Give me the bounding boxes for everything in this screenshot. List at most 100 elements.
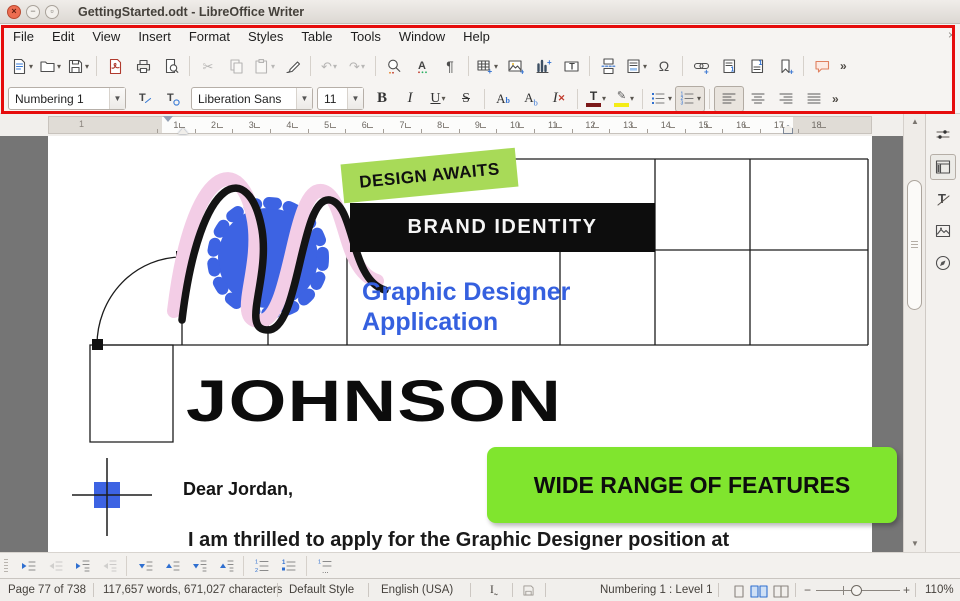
word-count-status[interactable]: 117,657 words, 671,027 characters: [103, 584, 282, 596]
paragraph-style-combo[interactable]: Numbering 1 ▼: [8, 87, 126, 110]
align-right-button[interactable]: [772, 87, 800, 111]
dropdown-arrow-icon[interactable]: ▾: [697, 94, 701, 103]
italic-button[interactable]: I: [396, 87, 424, 111]
font-size-value[interactable]: 11: [318, 92, 347, 106]
font-color-button[interactable]: T ▾: [582, 87, 610, 111]
font-name-value[interactable]: Liberation Sans: [192, 92, 296, 106]
dropdown-arrow-icon[interactable]: ▾: [333, 62, 337, 71]
language-status[interactable]: English (USA): [381, 584, 453, 596]
open-button[interactable]: ▾: [36, 53, 64, 79]
bullets-and-numbering-button[interactable]: 1...: [311, 555, 338, 577]
multi-page-view-icon[interactable]: [750, 585, 768, 598]
strikethrough-button[interactable]: S: [452, 87, 480, 111]
menu-item[interactable]: Format: [180, 29, 239, 44]
save-button[interactable]: ▾: [64, 53, 92, 79]
copy-button[interactable]: [222, 53, 250, 79]
window-close-button[interactable]: ×: [7, 4, 21, 19]
combo-dropdown-icon[interactable]: ▼: [347, 88, 363, 109]
menu-item[interactable]: File: [4, 29, 43, 44]
insert-field-button[interactable]: ▾: [622, 53, 650, 79]
insert-special-character-button[interactable]: Ω: [650, 53, 678, 79]
paste-button[interactable]: ▾: [250, 53, 278, 79]
restart-numbering-button[interactable]: 1: [275, 555, 302, 577]
align-left-button[interactable]: [714, 85, 744, 112]
toolbar-overflow-button[interactable]: »: [832, 92, 839, 106]
font-name-combo[interactable]: Liberation Sans ▼: [191, 87, 313, 110]
insert-page-break-button[interactable]: [594, 53, 622, 79]
highlight-color-button[interactable]: ✎ ▾: [610, 87, 638, 111]
sidebar-tab-navigator[interactable]: [930, 250, 956, 276]
document-canvas[interactable]: DESIGN AWAITS BRAND IDENTITY Graphic Des…: [0, 136, 903, 552]
underline-button[interactable]: U ▾: [424, 87, 452, 111]
single-page-view-icon[interactable]: [733, 585, 745, 598]
horizontal-ruler[interactable]: 1 1 2 3 4 5 6 7 8 9 10 11 12 13 14 15 16 17 18: [0, 114, 903, 137]
demote-button[interactable]: [14, 555, 41, 577]
dropdown-arrow-icon[interactable]: ▾: [29, 62, 33, 71]
dropdown-arrow-icon[interactable]: ▾: [442, 94, 446, 103]
formatting-marks-button[interactable]: ¶: [436, 53, 464, 79]
new-document-button[interactable]: ▾: [8, 53, 36, 79]
insert-mode-icon[interactable]: I˷: [490, 584, 498, 596]
window-minimize-button[interactable]: −: [26, 4, 40, 19]
dropdown-arrow-icon[interactable]: ▾: [361, 62, 365, 71]
insert-text-box-button[interactable]: T: [557, 53, 585, 79]
dropdown-arrow-icon[interactable]: ▾: [668, 94, 672, 103]
redo-button[interactable]: ↷ ▾: [343, 53, 371, 79]
promote-button[interactable]: [41, 555, 68, 577]
ordered-list-button[interactable]: 123 ▾: [675, 85, 705, 112]
insert-bookmark-button[interactable]: +: [771, 53, 799, 79]
dropdown-arrow-icon[interactable]: ▾: [85, 62, 89, 71]
dropdown-arrow-icon[interactable]: ▾: [494, 62, 498, 71]
sidebar-tab-properties[interactable]: [930, 154, 956, 180]
dropdown-arrow-icon[interactable]: ▾: [57, 62, 61, 71]
vertical-scrollbar[interactable]: ▲ ▼: [903, 114, 925, 552]
dropdown-arrow-icon[interactable]: ▾: [643, 62, 647, 71]
window-maximize-button[interactable]: ▫: [45, 4, 59, 19]
scroll-up-icon[interactable]: ▲: [904, 117, 926, 126]
clone-formatting-button[interactable]: [278, 53, 306, 79]
left-indent-marker[interactable]: [178, 128, 188, 134]
zoom-percentage[interactable]: 110%: [925, 584, 954, 596]
page-number-status[interactable]: Page 77 of 738: [8, 584, 86, 596]
spelling-button[interactable]: A: [408, 53, 436, 79]
combo-dropdown-icon[interactable]: ▼: [296, 88, 312, 109]
bold-button[interactable]: B: [368, 87, 396, 111]
zoom-slider-knob[interactable]: [851, 585, 862, 596]
toolbar-drag-handle[interactable]: [4, 558, 8, 573]
superscript-button[interactable]: Ab: [489, 87, 517, 111]
first-line-indent-marker[interactable]: [163, 116, 173, 122]
move-down-with-subpoints-button[interactable]: [185, 555, 212, 577]
book-view-icon[interactable]: [773, 585, 789, 598]
export-pdf-button[interactable]: [101, 53, 129, 79]
unordered-list-button[interactable]: ▾: [647, 87, 675, 111]
subscript-button[interactable]: Ab: [517, 87, 545, 111]
undo-button[interactable]: ↶ ▾: [315, 53, 343, 79]
dropdown-arrow-icon[interactable]: ▾: [602, 94, 606, 103]
menu-item[interactable]: Window: [390, 29, 454, 44]
print-button[interactable]: [129, 53, 157, 79]
font-size-combo[interactable]: 11 ▼: [317, 87, 364, 110]
zoom-out-button[interactable]: −: [804, 583, 811, 597]
dropdown-arrow-icon[interactable]: ▾: [271, 62, 275, 71]
menu-item[interactable]: Help: [454, 29, 499, 44]
insert-hyperlink-button[interactable]: +: [687, 53, 715, 79]
new-style-button[interactable]: T: [158, 87, 186, 111]
close-document-icon[interactable]: ×: [948, 28, 955, 42]
print-preview-button[interactable]: [157, 53, 185, 79]
dropdown-arrow-icon[interactable]: ▾: [630, 94, 634, 103]
page-style-status[interactable]: Default Style: [289, 584, 354, 596]
insert-table-button[interactable]: + ▾: [473, 53, 501, 79]
align-center-button[interactable]: [744, 87, 772, 111]
menu-item[interactable]: Edit: [43, 29, 83, 44]
insert-footnote-button[interactable]: 1: [715, 53, 743, 79]
menu-item[interactable]: Styles: [239, 29, 292, 44]
scroll-down-icon[interactable]: ▼: [904, 539, 926, 548]
update-style-button[interactable]: T: [130, 87, 158, 111]
demote-with-subpoints-button[interactable]: [68, 555, 95, 577]
justify-button[interactable]: [800, 87, 828, 111]
clear-formatting-button[interactable]: I ✕: [545, 87, 573, 111]
insert-chart-button[interactable]: +: [529, 53, 557, 79]
paragraph-style-value[interactable]: Numbering 1: [9, 92, 109, 106]
move-up-with-subpoints-button[interactable]: [212, 555, 239, 577]
outline-level-status[interactable]: Numbering 1 : Level 1: [600, 584, 713, 596]
